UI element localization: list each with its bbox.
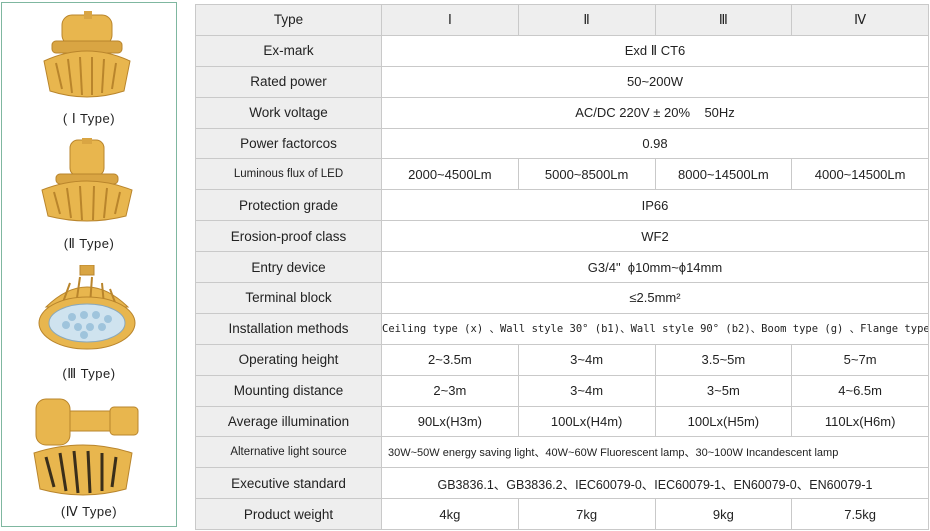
row-value-type-4: 5~7m	[791, 343, 929, 376]
explosion-proof-lamp-type-2-image	[41, 138, 133, 222]
table-row: Terminal block ≤2.5mm²	[195, 282, 929, 314]
table-row: Entry device G3/4" ϕ10mm~ϕ14mm	[195, 251, 929, 284]
product-type-1: ( Ⅰ Type)	[2, 11, 176, 136]
table-row: Power factorcos 0.98	[195, 127, 929, 160]
explosion-proof-lamp-type-1-image	[43, 11, 131, 98]
row-label: Average illumination	[195, 405, 382, 438]
row-value: AC/DC 220V ± 20% 50Hz	[381, 96, 929, 129]
row-label: Protection grade	[195, 189, 382, 222]
row-value: GB3836.1、GB3836.2、IEC60079-0、IEC60079-1、…	[381, 467, 929, 500]
row-value: Exd Ⅱ CT6	[381, 34, 929, 67]
row-label: Erosion-proof class	[195, 220, 382, 253]
row-label: Ex-mark	[195, 34, 382, 67]
row-label: Rated power	[195, 65, 382, 98]
row-value-type-4: 4~6.5m	[791, 374, 929, 407]
row-value-type-4: 4000~14500Lm	[791, 158, 929, 191]
row-value-type-3: 3~5m	[654, 374, 793, 407]
row-value-type-3: 8000~14500Lm	[654, 158, 793, 191]
table-row-type: Type Ⅰ Ⅱ Ⅲ Ⅳ	[195, 4, 929, 36]
product-caption-type-4: (Ⅳ Type)	[60, 504, 118, 519]
row-label: Alternative light source	[195, 436, 382, 469]
row-value-type-3: 9kg	[654, 498, 793, 531]
row-label: Work voltage	[195, 96, 382, 129]
row-value-type-2: 3~4m	[517, 374, 656, 407]
table-row: Operating height 2~3.5m 3~4m 3.5~5m 5~7m	[195, 343, 929, 376]
product-images-panel: ( Ⅰ Type) (Ⅱ Type) (Ⅲ Type) (Ⅳ Type)	[1, 2, 177, 527]
product-caption-type-2: (Ⅱ Type)	[63, 236, 115, 251]
row-value-type-2: 7kg	[517, 498, 656, 531]
row-value: 0.98	[381, 127, 929, 160]
explosion-proof-lamp-type-4-image	[33, 398, 139, 496]
table-row: Protection grade IP66	[195, 189, 929, 222]
type-column-1: Ⅰ	[381, 4, 519, 36]
row-value: G3/4" ϕ10mm~ϕ14mm	[381, 251, 929, 284]
row-value: 30W~50W energy saving light、40W~60W Fluo…	[381, 436, 929, 469]
row-label: Entry device	[195, 251, 382, 284]
table-row: Alternative light source 30W~50W energy …	[195, 436, 929, 469]
row-value-type-3: 100Lx(H5m)	[654, 405, 793, 438]
row-value-type-1: 90Lx(H3m)	[381, 405, 519, 438]
row-label: Installation methods	[195, 312, 382, 345]
row-label: Type	[195, 4, 382, 36]
row-label: Luminous flux of LED	[195, 158, 382, 191]
table-row: Average illumination 90Lx(H3m) 100Lx(H4m…	[195, 405, 929, 438]
row-value-type-1: 2000~4500Lm	[381, 158, 519, 191]
row-value-type-4: 110Lx(H6m)	[791, 405, 929, 438]
row-value-type-4: 7.5kg	[791, 498, 929, 531]
table-row: Erosion-proof class WF2	[195, 220, 929, 253]
row-value: IP66	[381, 189, 929, 222]
product-type-2: (Ⅱ Type)	[2, 138, 176, 258]
table-row: Rated power 50~200W	[195, 65, 929, 98]
row-value-type-2: 3~4m	[517, 343, 656, 376]
type-column-2: Ⅱ	[517, 4, 656, 36]
row-value-type-3: 3.5~5m	[654, 343, 793, 376]
row-value-type-1: 2~3.5m	[381, 343, 519, 376]
specification-table: Type Ⅰ Ⅱ Ⅲ Ⅳ Ex-mark Exd Ⅱ CT6 Rated pow…	[195, 4, 929, 531]
row-label: Operating height	[195, 343, 382, 376]
row-value: ≤2.5mm²	[381, 282, 929, 314]
product-caption-type-3: (Ⅲ Type)	[62, 366, 116, 381]
table-row: Luminous flux of LED 2000~4500Lm 5000~85…	[195, 158, 929, 191]
table-row: Mounting distance 2~3m 3~4m 3~5m 4~6.5m	[195, 374, 929, 407]
row-value-type-1: 4kg	[381, 498, 519, 531]
table-row: Installation methods Ceiling type (x) 、W…	[195, 312, 929, 345]
table-row: Ex-mark Exd Ⅱ CT6	[195, 34, 929, 67]
explosion-proof-lamp-type-3-image	[38, 265, 136, 350]
row-label: Mounting distance	[195, 374, 382, 407]
row-label: Power factorcos	[195, 127, 382, 160]
table-row: Executive standard GB3836.1、GB3836.2、IEC…	[195, 467, 929, 500]
table-row: Product weight 4kg 7kg 9kg 7.5kg	[195, 498, 929, 531]
table-row: Work voltage AC/DC 220V ± 20% 50Hz	[195, 96, 929, 129]
row-label: Executive standard	[195, 467, 382, 500]
row-label: Product weight	[195, 498, 382, 531]
product-caption-type-1: ( Ⅰ Type)	[62, 111, 116, 126]
row-value-type-1: 2~3m	[381, 374, 519, 407]
row-value-type-2: 5000~8500Lm	[517, 158, 656, 191]
type-column-3: Ⅲ	[654, 4, 793, 36]
row-value-type-2: 100Lx(H4m)	[517, 405, 656, 438]
product-type-4: (Ⅳ Type)	[2, 393, 176, 523]
row-value: Ceiling type (x) 、Wall style 30° (b1)、Wa…	[381, 312, 929, 345]
product-type-3: (Ⅲ Type)	[2, 265, 176, 387]
row-value: WF2	[381, 220, 929, 253]
row-label: Terminal block	[195, 282, 382, 314]
type-column-4: Ⅳ	[791, 4, 929, 36]
row-value: 50~200W	[381, 65, 929, 98]
